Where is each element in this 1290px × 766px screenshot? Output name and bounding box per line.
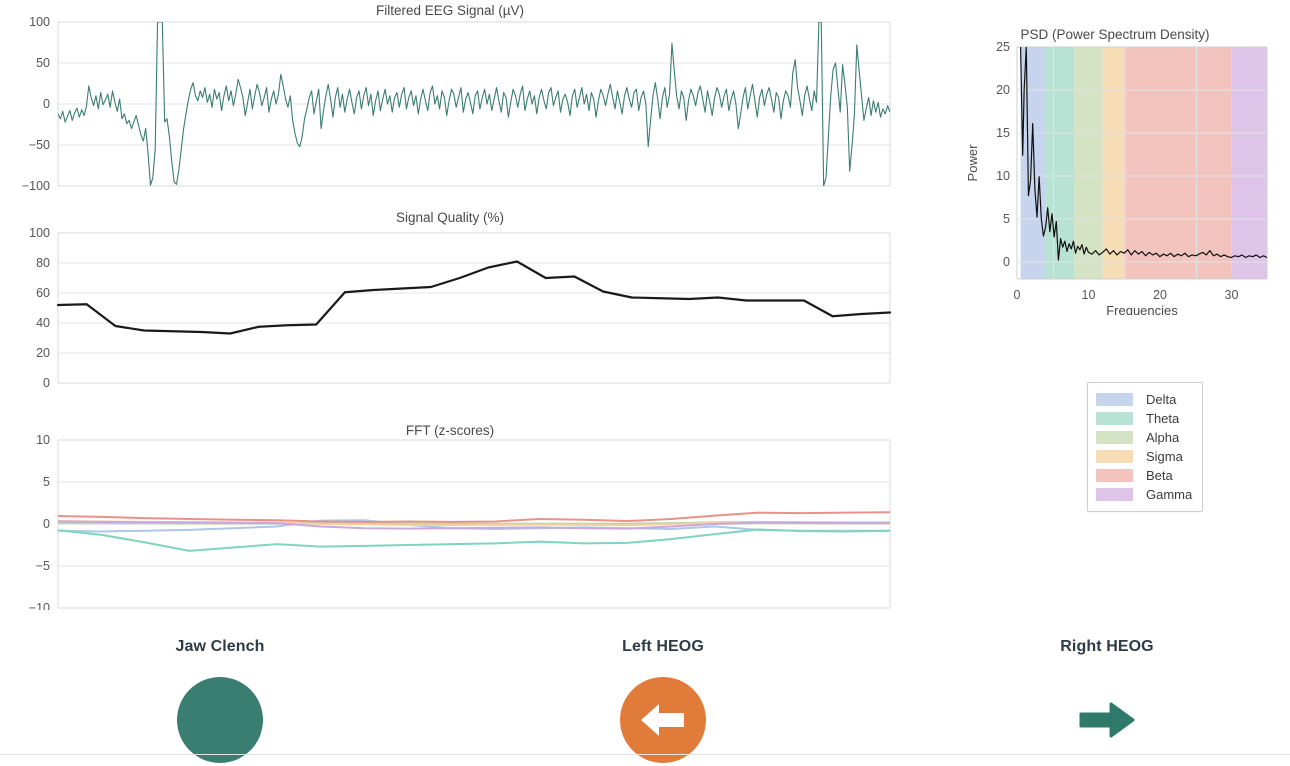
legend-label-sigma: Sigma [1146,449,1183,464]
svg-text:10: 10 [996,169,1010,183]
quality-chart-title: Signal Quality (%) [0,210,900,225]
sigma-swatch [1096,450,1133,463]
legend-item-beta[interactable]: Beta [1096,466,1192,485]
svg-text:5: 5 [1003,212,1010,226]
eeg-y-axis-labels: 100 50 0 −50 −100 [22,15,50,193]
svg-text:0: 0 [43,517,50,531]
quality-gridlines [58,233,890,383]
fft-chart-title: FFT (z-scores) [0,423,900,438]
arrow-left-icon [637,698,689,742]
eeg-chart-svg: 100 50 0 −50 −100 [0,0,900,200]
svg-text:50: 50 [36,56,50,70]
circle-icon [177,677,263,763]
indicator-label-left-heog: Left HEOG [563,638,763,656]
arrow-right-icon [1077,700,1137,740]
svg-text:0: 0 [1003,255,1010,269]
left-heog-graphic [563,674,763,766]
svg-text:5: 5 [43,475,50,489]
eeg-signal-panel: Filtered EEG Signal (µV) 100 50 0 −50 −1… [0,0,900,200]
psd-x-axis-title: Frequencies [1106,303,1178,315]
legend-item-theta[interactable]: Theta [1096,409,1192,428]
psd-chart-svg: 25 20 15 10 5 0 0 10 20 30 Frequencies P… [955,25,1290,315]
svg-text:25: 25 [996,40,1010,54]
legend-label-beta: Beta [1146,468,1173,483]
quality-chart-svg: 100 80 60 40 20 0 [0,205,900,395]
fft-series-beta [58,512,890,522]
indicator-label-right-heog: Right HEOG [1007,638,1207,656]
svg-text:100: 100 [29,226,50,240]
svg-text:20: 20 [36,346,50,360]
jaw-clench-graphic [120,674,320,766]
svg-text:80: 80 [36,256,50,270]
legend-item-alpha[interactable]: Alpha [1096,428,1192,447]
legend-item-gamma[interactable]: Gamma [1096,485,1192,504]
svg-text:40: 40 [36,316,50,330]
legend-label-gamma: Gamma [1146,487,1192,502]
fft-panel: FFT (z-scores) 10 5 0 −5 −10 [0,410,900,610]
psd-band-gamma [1231,47,1267,279]
theta-swatch [1096,412,1133,425]
legend-item-delta[interactable]: Delta [1096,390,1192,409]
quality-y-axis-labels: 100 80 60 40 20 0 [29,226,50,390]
psd-chart-title: PSD (Power Spectrum Density) [955,27,1275,42]
frequency-band-legend: Delta Theta Alpha Sigma Beta Gamma [1087,382,1203,512]
indicator-right-heog[interactable]: Right HEOG [1007,638,1207,766]
svg-text:0: 0 [43,97,50,111]
signal-quality-panel: Signal Quality (%) 100 80 60 40 20 0 [0,205,900,395]
psd-y-axis-title: Power [965,144,980,182]
right-heog-graphic [1007,674,1207,766]
fft-series-group [58,512,890,551]
psd-band-sigma [1103,47,1124,279]
psd-panel: PSD (Power Spectrum Density) 25 20 15 10… [955,25,1290,315]
delta-swatch [1096,393,1133,406]
psd-band-beta [1124,47,1231,279]
svg-text:−10: −10 [29,601,50,610]
psd-band-alpha [1074,47,1103,279]
eeg-chart-title: Filtered EEG Signal (µV) [0,3,900,18]
svg-text:60: 60 [36,286,50,300]
svg-text:20: 20 [996,83,1010,97]
svg-text:15: 15 [996,126,1010,140]
indicator-left-heog[interactable]: Left HEOG [563,638,763,766]
fft-y-axis-labels: 10 5 0 −5 −10 [29,433,50,610]
indicator-label-jaw-clench: Jaw Clench [120,638,320,656]
psd-x-axis-labels: 0 10 20 30 [1014,288,1239,302]
psd-y-axis-labels: 25 20 15 10 5 0 [996,40,1010,269]
gamma-swatch [1096,488,1133,501]
svg-text:0: 0 [43,376,50,390]
svg-text:−100: −100 [22,179,50,193]
svg-text:30: 30 [1225,288,1239,302]
alpha-swatch [1096,431,1133,444]
svg-text:10: 10 [1082,288,1096,302]
svg-text:20: 20 [1153,288,1167,302]
legend-label-alpha: Alpha [1146,430,1179,445]
fft-series-theta [58,529,890,550]
svg-text:−5: −5 [36,559,50,573]
legend-item-sigma[interactable]: Sigma [1096,447,1192,466]
legend-label-delta: Delta [1146,392,1176,407]
beta-swatch [1096,469,1133,482]
svg-text:−50: −50 [29,138,50,152]
indicator-jaw-clench[interactable]: Jaw Clench [120,638,320,766]
left-heog-circle [620,677,706,763]
svg-text:0: 0 [1014,288,1021,302]
fft-chart-svg: 10 5 0 −5 −10 [0,410,900,610]
footer-divider [0,754,1290,755]
legend-label-theta: Theta [1146,411,1179,426]
